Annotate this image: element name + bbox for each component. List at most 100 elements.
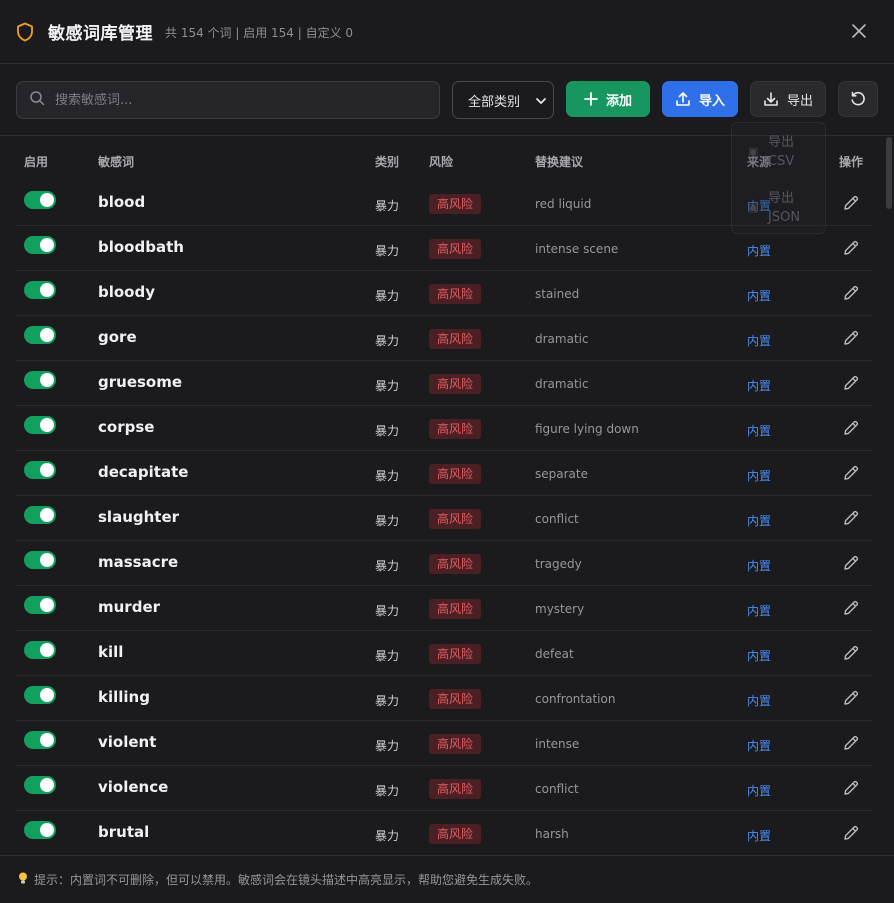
word-cell: murder — [98, 598, 161, 616]
category-cell: 暴力 — [375, 649, 400, 663]
import-button[interactable]: 导入 — [662, 81, 738, 117]
upload-icon — [676, 92, 690, 106]
pencil-icon[interactable] — [842, 599, 860, 617]
pencil-icon[interactable] — [842, 644, 860, 662]
source-cell: 内置 — [747, 784, 772, 798]
word-cell: massacre — [98, 553, 179, 571]
plus-icon — [584, 92, 598, 106]
pencil-icon[interactable] — [842, 239, 860, 257]
toggle-knob — [40, 238, 54, 252]
close-icon[interactable] — [848, 20, 870, 42]
column-header-suggestion: 替换建议 — [535, 155, 584, 169]
risk-badge: 高风险 — [429, 464, 482, 484]
pencil-icon[interactable] — [842, 554, 860, 572]
risk-badge: 高风险 — [429, 779, 482, 799]
export-json-item[interactable]: ▣ 导出 JSON — [746, 189, 818, 227]
pencil-icon[interactable] — [842, 374, 860, 392]
table-row: gore 暴力 高风险 dramatic 内置 — [16, 316, 872, 361]
toggle-knob — [40, 328, 54, 342]
risk-badge: 高风险 — [429, 554, 482, 574]
word-cell: brutal — [98, 823, 150, 841]
category-cell: 暴力 — [375, 334, 400, 348]
pencil-icon[interactable] — [842, 509, 860, 527]
enable-toggle[interactable] — [24, 731, 56, 749]
risk-badge: 高风险 — [429, 644, 482, 664]
pencil-icon[interactable] — [842, 284, 860, 302]
export-button[interactable]: 导出 — [750, 81, 826, 117]
suggestion-cell: defeat — [535, 647, 574, 661]
enable-toggle[interactable] — [24, 326, 56, 344]
lightbulb-icon — [16, 871, 30, 888]
refresh-button[interactable] — [838, 81, 878, 117]
suggestion-cell: dramatic — [535, 377, 589, 391]
enable-toggle[interactable] — [24, 191, 56, 209]
enable-toggle[interactable] — [24, 641, 56, 659]
table-row: violence 暴力 高风险 conflict 内置 — [16, 766, 872, 811]
table-row: brutal 暴力 高风险 harsh 内置 — [16, 811, 872, 856]
column-header-enabled: 启用 — [24, 155, 49, 169]
enable-toggle[interactable] — [24, 776, 56, 794]
refresh-icon — [851, 91, 865, 106]
risk-badge: 高风险 — [429, 689, 482, 709]
search-box[interactable] — [16, 81, 440, 119]
enable-toggle[interactable] — [24, 461, 56, 479]
enable-toggle[interactable] — [24, 416, 56, 434]
export-csv-item[interactable]: ▣ 导出 CSV — [746, 133, 818, 171]
pencil-icon[interactable] — [842, 194, 860, 212]
pencil-icon[interactable] — [842, 419, 860, 437]
risk-badge: 高风险 — [429, 824, 482, 844]
enable-toggle[interactable] — [24, 236, 56, 254]
word-cell: gore — [98, 328, 137, 346]
add-word-button[interactable]: 添加 — [566, 81, 650, 117]
table-row: bloody 暴力 高风险 stained 内置 — [16, 271, 872, 316]
enable-toggle[interactable] — [24, 686, 56, 704]
file-icon: ▣ — [748, 201, 759, 214]
source-cell: 内置 — [747, 604, 772, 618]
word-cell: bloody — [98, 283, 156, 301]
search-input[interactable] — [55, 92, 415, 108]
source-cell: 内置 — [747, 379, 772, 393]
toggle-knob — [40, 643, 54, 657]
word-cell: slaughter — [98, 508, 180, 526]
pencil-icon[interactable] — [842, 779, 860, 797]
enable-toggle[interactable] — [24, 371, 56, 389]
toggle-knob — [40, 733, 54, 747]
category-select[interactable]: 全部类别 — [452, 81, 554, 119]
risk-badge: 高风险 — [429, 734, 482, 754]
enable-toggle[interactable] — [24, 596, 56, 614]
pencil-icon[interactable] — [842, 824, 860, 842]
suggestion-cell: red liquid — [535, 197, 592, 211]
word-count-summary: 共 154 个词 | 启用 154 | 自定义 0 — [165, 25, 354, 40]
category-cell: 暴力 — [375, 784, 400, 798]
word-table-body: blood 暴力 高风险 red liquid 内置 bloodbath 暴力 … — [16, 181, 872, 856]
category-cell: 暴力 — [375, 424, 400, 438]
toggle-knob — [40, 688, 54, 702]
pencil-icon[interactable] — [842, 329, 860, 347]
pencil-icon[interactable] — [842, 689, 860, 707]
scrollbar-thumb[interactable] — [886, 137, 892, 209]
shield-icon — [16, 21, 36, 43]
enable-toggle[interactable] — [24, 281, 56, 299]
word-cell: violence — [98, 778, 169, 796]
category-cell: 暴力 — [375, 739, 400, 753]
toggle-knob — [40, 373, 54, 387]
risk-badge: 高风险 — [429, 374, 482, 394]
toggle-knob — [40, 418, 54, 432]
table-row: killing 暴力 高风险 confrontation 内置 — [16, 676, 872, 721]
suggestion-cell: conflict — [535, 782, 579, 796]
word-cell: blood — [98, 193, 146, 211]
pencil-icon[interactable] — [842, 734, 860, 752]
table-row: gruesome 暴力 高风险 dramatic 内置 — [16, 361, 872, 406]
risk-badge: 高风险 — [429, 509, 482, 529]
column-header-risk: 风险 — [429, 155, 454, 169]
enable-toggle[interactable] — [24, 506, 56, 524]
category-cell: 暴力 — [375, 244, 400, 258]
toggle-knob — [40, 283, 54, 297]
enable-toggle[interactable] — [24, 551, 56, 569]
pencil-icon[interactable] — [842, 464, 860, 482]
source-cell: 内置 — [747, 334, 772, 348]
category-cell: 暴力 — [375, 379, 400, 393]
table-row: slaughter 暴力 高风险 conflict 内置 — [16, 496, 872, 541]
table-row: murder 暴力 高风险 mystery 内置 — [16, 586, 872, 631]
enable-toggle[interactable] — [24, 821, 56, 839]
